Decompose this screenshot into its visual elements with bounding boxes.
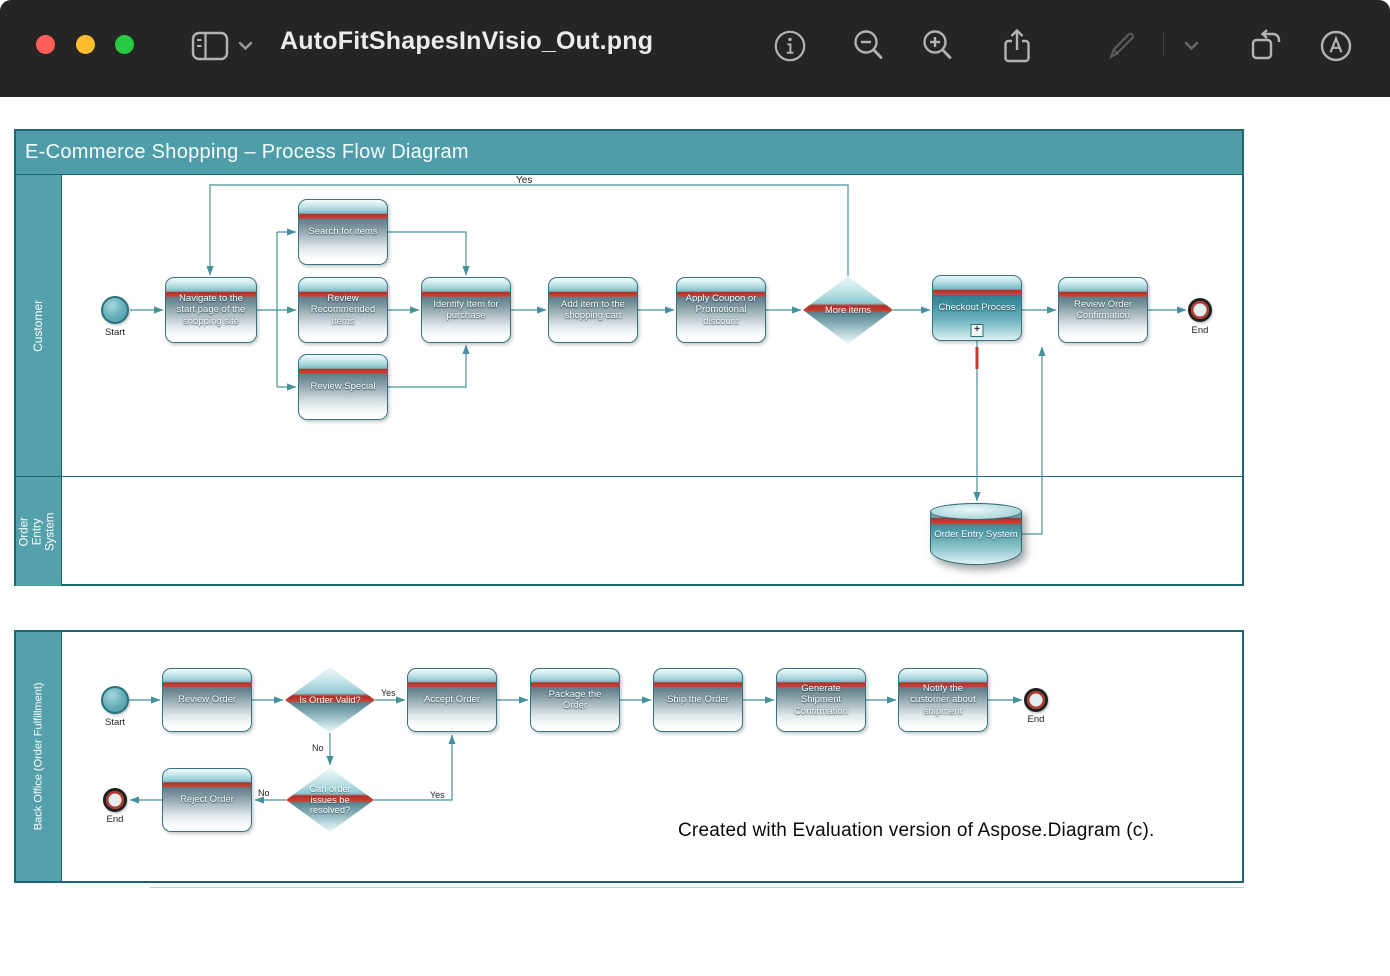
task-generate-confirmation: Generate Shipment Confirmation — [776, 668, 866, 732]
window-title: AutoFitShapesInVisio_Out.png — [280, 27, 653, 56]
task-label: Notify the customer about shipment — [904, 683, 982, 717]
task-review-recommended: Review Recommended Items — [298, 277, 388, 343]
task-ship-order: Ship the Order — [653, 668, 743, 732]
task-label: Apply Coupon or Promotional discount — [682, 293, 760, 327]
gateway-label: Can order issues be resolved? — [299, 784, 361, 816]
task-identify-item: Identify Item for purchase — [421, 277, 511, 343]
rotate-icon — [1248, 28, 1284, 64]
lane-strip-customer: Customer — [16, 175, 62, 476]
end-event-label: End — [93, 814, 137, 825]
end-event-label: End — [1178, 325, 1222, 336]
share-icon — [1000, 27, 1034, 65]
datastore-label: Order Entry System — [930, 529, 1022, 540]
task-add-to-cart: Add item to the shopping cart — [548, 277, 638, 343]
end-event-label: End — [1014, 714, 1058, 725]
evaluation-watermark: Created with Evaluation version of Aspos… — [678, 820, 1238, 842]
task-label: Checkout Process — [938, 302, 1015, 313]
datastore-order-entry: Order Entry System — [930, 503, 1022, 565]
task-label: Review Recommended Items — [304, 293, 382, 327]
info-button[interactable] — [768, 24, 812, 68]
task-label: Review Order — [178, 694, 236, 705]
title-bar: AutoFitShapesInVisio_Out.png — [0, 0, 1390, 97]
task-label: Navigate to the start page of the shoppi… — [171, 293, 251, 327]
task-label: Generate Shipment Confirmation — [782, 683, 860, 717]
edge-label-yes: Yes — [516, 175, 532, 186]
pool-title: E-Commerce Shopping – Process Flow Diagr… — [16, 131, 1242, 175]
edge-label-yes: Yes — [381, 688, 396, 698]
task-label: Package the Order — [536, 689, 614, 712]
lane-order-entry: Order Entry System — [16, 476, 1242, 586]
task-label: Search for items — [308, 226, 377, 237]
artifact-line — [150, 887, 1244, 888]
task-review-order: Review Order — [162, 668, 252, 732]
sidebar-toggle-button[interactable] — [188, 24, 232, 68]
sidebar-icon — [191, 31, 229, 61]
task-review-special: Review Special — [298, 354, 388, 420]
close-button[interactable] — [36, 35, 55, 54]
zoom-in-button[interactable] — [916, 24, 960, 68]
task-package-order: Package the Order — [530, 668, 620, 732]
rotate-button[interactable] — [1244, 24, 1288, 68]
task-review-confirmation: Review Order Confirmation — [1058, 277, 1148, 343]
task-label: Ship the Order — [667, 694, 729, 705]
gateway-label: Is Order Valid? — [299, 695, 360, 706]
edge-label-no: No — [312, 743, 324, 753]
chevron-down-icon — [1184, 41, 1199, 51]
annotate-a-icon — [1319, 29, 1353, 63]
lane-label-customer: Customer — [32, 299, 46, 351]
task-search-for-items: Search for items — [298, 199, 388, 265]
pool-ecommerce: E-Commerce Shopping – Process Flow Diagr… — [14, 129, 1244, 586]
task-label: Reject Order — [180, 794, 234, 805]
start-event-label: Start — [93, 327, 137, 338]
lane-strip-order-entry: Order Entry System — [16, 477, 62, 586]
lane-strip-back-office: Back Office (Order Fulfillment) — [16, 632, 62, 881]
task-label: Review Order Confirmation — [1064, 299, 1142, 322]
zoom-out-button[interactable] — [847, 24, 891, 68]
sidebar-menu-button[interactable] — [232, 24, 258, 68]
end-event-customer — [1188, 298, 1212, 322]
task-label: Accept Order — [424, 694, 480, 705]
markup-pencil-icon — [1105, 29, 1139, 63]
datastore-top — [930, 503, 1022, 520]
end-event-backoffice — [1024, 688, 1048, 712]
end-event-rejected — [103, 788, 127, 812]
task-reject-order: Reject Order — [162, 768, 252, 832]
task-notify-customer: Notify the customer about shipment — [898, 668, 988, 732]
share-button[interactable] — [995, 24, 1039, 68]
start-event-customer — [101, 296, 129, 324]
markup-menu-button[interactable] — [1178, 24, 1204, 68]
fullscreen-button[interactable] — [115, 35, 134, 54]
subprocess-checkout: Checkout Process + — [932, 275, 1022, 341]
minimize-button[interactable] — [76, 35, 95, 54]
annotate-button[interactable] — [1314, 24, 1358, 68]
lane-label-back-office: Back Office (Order Fulfillment) — [32, 683, 45, 831]
edge-label-yes: Yes — [430, 790, 445, 800]
info-icon — [773, 29, 807, 63]
task-navigate-start-page: Navigate to the start page of the shoppi… — [165, 277, 257, 343]
toolbar-separator — [1163, 32, 1164, 56]
start-event-label: Start — [93, 717, 137, 728]
subprocess-plus-icon: + — [971, 324, 984, 337]
lane-label-order-entry: Order Entry System — [19, 509, 59, 554]
task-apply-coupon: Apply Coupon or Promotional discount — [676, 277, 766, 343]
start-event-backoffice — [101, 686, 129, 714]
task-label: Identify Item for purchase — [427, 299, 505, 322]
chevron-down-icon — [238, 41, 253, 51]
edge-label-no: No — [258, 788, 270, 798]
task-label: Add item to the shopping cart — [554, 299, 632, 322]
markup-button[interactable] — [1100, 24, 1144, 68]
preview-window: AutoFitShapesInVisio_Out.png — [0, 0, 1390, 976]
gateway-label: More items — [825, 305, 871, 316]
zoom-out-icon — [851, 28, 887, 64]
task-accept-order: Accept Order — [407, 668, 497, 732]
zoom-in-icon — [920, 28, 956, 64]
task-label: Review Special — [311, 381, 376, 392]
